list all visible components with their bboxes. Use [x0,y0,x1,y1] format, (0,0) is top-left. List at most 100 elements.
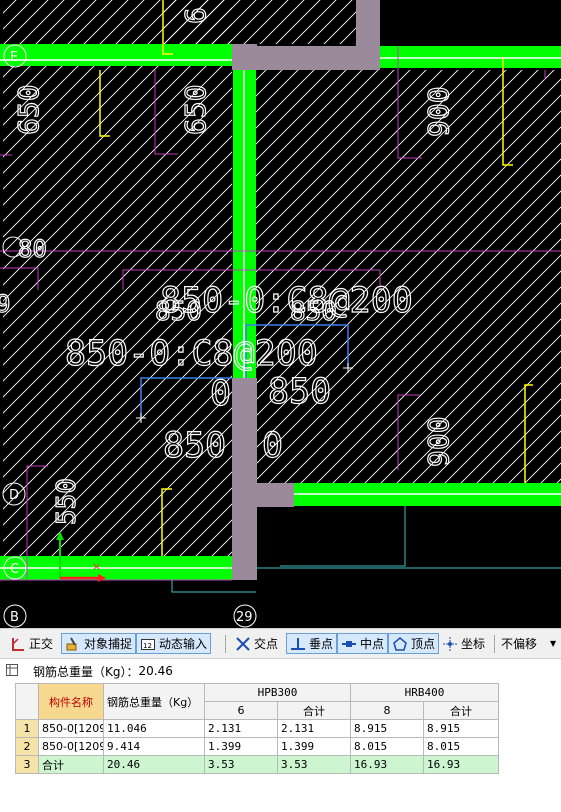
dim-850-b: 850 [290,297,337,327]
midpoint-snap[interactable]: 中点 [337,633,389,654]
dim-650-left: 650 [12,84,45,135]
dynamic-input-label: 动态输入 [159,637,208,651]
cell-hpb-sum[interactable]: 1.399 [277,737,351,756]
void-right-bottom [256,506,561,628]
intersection-icon [235,636,251,652]
header-component-name[interactable]: 构件名称 [38,683,104,720]
dim-900-top: 900 [422,86,455,137]
object-snap-toggle[interactable]: 对象捕捉 [61,633,137,654]
header-hrb-8: 8 [350,701,424,720]
beam-top-right [380,46,561,68]
offset-value: 不偏移 [501,637,538,651]
cad-drawing-canvas[interactable]: × 850-0:C8@200 850-0:C8@200 850 850 0 85… [0,0,561,628]
header-hpb-sum: 合计 [277,701,351,720]
void-right-top [380,0,561,42]
cell-hrb-sum[interactable]: 8.015 [423,737,499,756]
dim-850-d: 850 [163,426,226,466]
cell-name[interactable]: 合计 [38,755,104,774]
vertex-icon [392,636,408,652]
dim-850-c: 850 [268,372,331,412]
toolbar-separator [225,635,226,653]
intersection-label: 交点 [254,637,279,651]
header-hpb-6: 6 [204,701,278,720]
cell-name[interactable]: 850-0[1209 [38,719,104,738]
cell-hrb-8[interactable]: 8.015 [350,737,424,756]
cell-hrb-sum[interactable]: 16.93 [423,755,499,774]
row-number: 1 [15,719,39,738]
column-top [232,44,257,70]
object-snap-label: 对象捕捉 [84,637,133,651]
dropdown-arrow-icon: ▼ [550,639,557,648]
column-bottom [232,483,257,580]
table-row[interactable]: 2 850-0[1209 9.414 1.399 1.399 8.015 8.0… [15,737,499,756]
dim-650-mid: 650 [179,84,212,135]
coordinate-snap[interactable]: 坐标 [439,633,488,654]
vertex-label: 顶点 [411,637,436,651]
table-icon [5,663,21,679]
midpoint-icon [341,636,357,652]
cell-hrb-8[interactable]: 8.915 [350,719,424,738]
perpendicular-icon [290,636,306,652]
svg-text:×: × [92,560,101,573]
header-hpb300: HPB300 [204,683,351,702]
dim-6: 6 [179,7,212,24]
axis-label-C: C [10,562,19,577]
object-snap-icon [65,636,81,652]
intersection-snap[interactable]: 交点 [232,633,281,654]
ortho-label: 正交 [29,637,54,651]
cell-hrb-8[interactable]: 16.93 [350,755,424,774]
axis-label-B: B [10,610,19,625]
cell-hpb-6[interactable]: 2.131 [204,719,278,738]
rebar-summary-bar: 钢筋总重量（Kg）： 20.46 [0,659,561,683]
cell-hpb-6[interactable]: 3.53 [204,755,278,774]
table-row[interactable]: 1 850-0[1209 11.046 2.131 2.131 8.915 8.… [15,719,499,738]
void-bottom-left [0,580,232,628]
dynamic-input-icon: 12 [140,636,156,652]
toolbar-separator [494,635,495,653]
cell-hpb-sum[interactable]: 3.53 [277,755,351,774]
header-hrb400: HRB400 [350,683,499,702]
perpendicular-snap[interactable]: 垂点 [286,633,338,654]
rebar-label-mid[interactable]: 850-0:C8@200 [64,333,318,374]
dim-550: 550 [52,478,82,525]
column-mid [232,378,257,488]
cell-hpb-6[interactable]: 1.399 [204,737,278,756]
summary-label: 钢筋总重量（Kg）： [33,664,139,679]
drawing-svg: × 850-0:C8@200 850-0:C8@200 850 850 0 85… [0,0,561,628]
beam-top-left [0,44,233,66]
vertex-snap[interactable]: 顶点 [388,633,440,654]
dim-80: 80 [18,235,47,263]
cell-total[interactable]: 11.046 [103,719,205,738]
svg-text:12: 12 [143,642,152,650]
slab-hatch-left [3,0,232,556]
header-hrb-sum: 合计 [423,701,499,720]
rebar-table: 构件名称 钢筋总重量（Kg） HPB300 HRB400 6 合计 8 合计 1… [15,683,499,774]
cell-name[interactable]: 850-0[1209 [38,737,104,756]
header-total-weight[interactable]: 钢筋总重量（Kg） [103,683,205,720]
dim-900-bot: 900 [422,416,455,467]
dim-0: 0 [210,374,231,414]
wall-top-right-h [256,46,380,70]
cell-total[interactable]: 9.414 [103,737,205,756]
axis-label-E: E [10,50,18,65]
ortho-toggle[interactable]: 正交 [7,633,56,654]
snap-toolbar: 正交 对象捕捉 12 动态输入 交点 垂点 中点 顶点 坐标 不偏移 ▼ [0,628,561,659]
rebar-table-panel[interactable]: 构件名称 钢筋总重量（Kg） HPB300 HRB400 6 合计 8 合计 1… [15,683,561,812]
slab-hatch-right-top [256,70,561,483]
row-number: 2 [15,737,39,756]
dynamic-input-toggle[interactable]: 12 动态输入 [136,633,212,654]
summary-value: 20.46 [138,664,173,678]
midpoint-label: 中点 [360,637,385,651]
axis-label-9: 9 [0,290,10,318]
axis-label-D: D [9,488,19,503]
cell-hrb-sum[interactable]: 8.915 [423,719,499,738]
row-number-header [15,683,39,720]
dim-0-b: 0 [262,426,283,466]
cell-total[interactable]: 20.46 [103,755,205,774]
offset-dropdown[interactable]: 不偏移 ▼ [498,633,559,654]
table-row-total[interactable]: 3 合计 20.46 3.53 3.53 16.93 16.93 [15,755,499,774]
ortho-icon [10,636,26,652]
cell-hpb-sum[interactable]: 2.131 [277,719,351,738]
row-number: 3 [15,755,39,774]
axis-label-29: 29 [236,610,253,625]
